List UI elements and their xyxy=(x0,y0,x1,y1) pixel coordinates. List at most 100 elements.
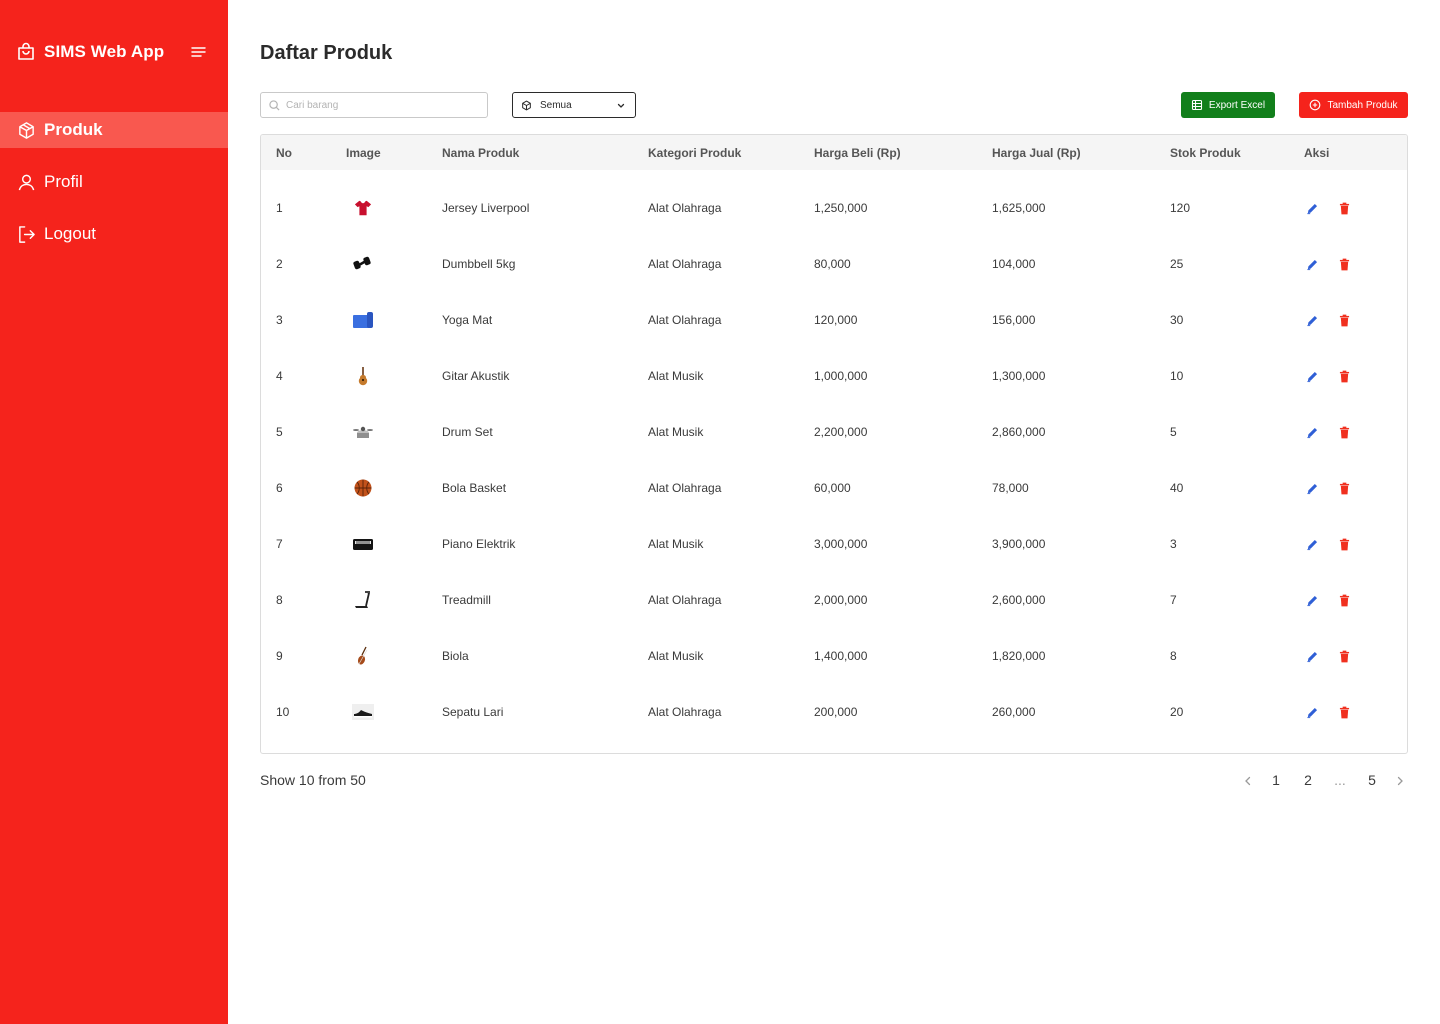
cell-no: 3 xyxy=(276,313,283,327)
cell-product-name: Bola Basket xyxy=(442,481,507,495)
basketball-icon xyxy=(352,477,374,499)
cell-category: Alat Musik xyxy=(648,369,704,383)
cell-no: 7 xyxy=(276,537,283,551)
plus-circle-icon xyxy=(1309,99,1321,111)
cell-product-name: Drum Set xyxy=(442,425,493,439)
edit-icon[interactable] xyxy=(1304,480,1320,496)
trash-icon[interactable] xyxy=(1336,480,1352,496)
sidebar-item-label: Logout xyxy=(44,224,96,243)
chevron-down-icon xyxy=(616,101,626,111)
cell-buy-price: 2,200,000 xyxy=(814,425,868,439)
cell-sell-price: 78,000 xyxy=(992,481,1029,495)
trash-icon[interactable] xyxy=(1336,200,1352,216)
table-row: 2 Dumbbell 5kg Alat Olahraga 80,000 104,000 2… xyxy=(261,236,1407,292)
cell-stock: 20 xyxy=(1170,705,1184,719)
cell-no: 5 xyxy=(276,425,283,439)
cell-buy-price: 60,000 xyxy=(814,481,851,495)
cell-category: Alat Olahraga xyxy=(648,313,722,327)
export-excel-label: Export Excel xyxy=(1208,99,1266,111)
edit-icon[interactable] xyxy=(1304,256,1320,272)
column-header-sell-price: Harga Jual (Rp) xyxy=(992,146,1081,160)
cell-sell-price: 3,900,000 xyxy=(992,537,1046,551)
cell-sell-price: 104,000 xyxy=(992,257,1036,271)
cell-no: 2 xyxy=(276,257,283,271)
page-ellipsis: ... xyxy=(1334,772,1346,788)
cell-stock: 7 xyxy=(1170,593,1177,607)
page-button-5[interactable]: 5 xyxy=(1362,772,1382,788)
edit-icon[interactable] xyxy=(1304,536,1320,552)
cell-stock: 120 xyxy=(1170,201,1191,215)
cell-product-name: Yoga Mat xyxy=(442,313,493,327)
chevron-right-icon[interactable] xyxy=(1393,774,1407,788)
cell-sell-price: 156,000 xyxy=(992,313,1036,327)
table-header: No Image Nama Produk Kategori Produk Har… xyxy=(261,135,1407,170)
add-product-button[interactable]: Tambah Produk xyxy=(1299,92,1408,118)
box-icon xyxy=(16,120,36,140)
search-input[interactable] xyxy=(286,99,476,111)
table-row: 6 Bola Basket Alat Olahraga 60,000 78,000 40 xyxy=(261,460,1407,516)
table-row: 7 Piano Elektrik Alat Musik 3,000,000 3,900,… xyxy=(261,516,1407,572)
cell-no: 6 xyxy=(276,481,283,495)
table-row: 4 Gitar Akustik Alat Musik 1,000,000 1,300,0… xyxy=(261,348,1407,404)
cell-category: Alat Olahraga xyxy=(648,705,722,719)
treadmill-icon xyxy=(352,589,374,611)
cell-stock: 40 xyxy=(1170,481,1184,495)
sidebar: SIMS Web App Produk Profil Logout xyxy=(0,0,228,1024)
jersey-icon xyxy=(352,197,374,219)
trash-icon[interactable] xyxy=(1336,592,1352,608)
trash-icon[interactable] xyxy=(1336,704,1352,720)
cell-stock: 10 xyxy=(1170,369,1184,383)
cell-buy-price: 80,000 xyxy=(814,257,851,271)
cell-category: Alat Olahraga xyxy=(648,257,722,271)
edit-icon[interactable] xyxy=(1304,648,1320,664)
chevron-left-icon[interactable] xyxy=(1241,774,1255,788)
cell-stock: 5 xyxy=(1170,425,1177,439)
sidebar-item-label: Produk xyxy=(44,120,103,139)
edit-icon[interactable] xyxy=(1304,368,1320,384)
trash-icon[interactable] xyxy=(1336,312,1352,328)
edit-icon[interactable] xyxy=(1304,200,1320,216)
category-select[interactable]: Semua xyxy=(512,92,636,118)
cell-sell-price: 1,300,000 xyxy=(992,369,1046,383)
trash-icon[interactable] xyxy=(1336,536,1352,552)
drum-icon xyxy=(352,421,374,443)
trash-icon[interactable] xyxy=(1336,424,1352,440)
cell-product-name: Sepatu Lari xyxy=(442,705,504,719)
cell-no: 9 xyxy=(276,649,283,663)
cell-category: Alat Olahraga xyxy=(648,593,722,607)
sidebar-item-profil[interactable]: Profil xyxy=(0,164,228,200)
sidebar-item-label: Profil xyxy=(44,172,83,191)
cell-sell-price: 2,600,000 xyxy=(992,593,1046,607)
table-row: 8 Treadmill Alat Olahraga 2,000,000 2,600,00… xyxy=(261,572,1407,628)
edit-icon[interactable] xyxy=(1304,312,1320,328)
cell-stock: 25 xyxy=(1170,257,1184,271)
cell-stock: 30 xyxy=(1170,313,1184,327)
table-row: 10 Sepatu Lari Alat Olahraga 200,000 260,000… xyxy=(261,684,1407,740)
cell-product-name: Piano Elektrik xyxy=(442,537,516,551)
cell-no: 10 xyxy=(276,705,290,719)
table-row: 9 Biola Alat Musik 1,400,000 1,820,000 8 xyxy=(261,628,1407,684)
edit-icon[interactable] xyxy=(1304,592,1320,608)
cell-sell-price: 1,820,000 xyxy=(992,649,1046,663)
trash-icon[interactable] xyxy=(1336,256,1352,272)
table-row: 5 Drum Set Alat Musik 2,200,000 2,860,000 5 xyxy=(261,404,1407,460)
page-button-1[interactable]: 1 xyxy=(1266,772,1286,788)
cell-stock: 3 xyxy=(1170,537,1177,551)
cell-no: 8 xyxy=(276,593,283,607)
table-row: 1 Jersey Liverpool Alat Olahraga 1,250,000 1… xyxy=(261,180,1407,236)
search-field[interactable] xyxy=(260,92,488,118)
trash-icon[interactable] xyxy=(1336,648,1352,664)
sidebar-item-logout[interactable]: Logout xyxy=(0,216,228,252)
export-excel-button[interactable]: Export Excel xyxy=(1181,92,1275,118)
cell-buy-price: 3,000,000 xyxy=(814,537,868,551)
trash-icon[interactable] xyxy=(1336,368,1352,384)
cell-product-name: Biola xyxy=(442,649,469,663)
column-header-category: Kategori Produk xyxy=(648,146,742,160)
edit-icon[interactable] xyxy=(1304,704,1320,720)
sidebar-item-produk[interactable]: Produk xyxy=(0,112,228,148)
menu-toggle-icon[interactable] xyxy=(190,42,206,62)
page-button-2[interactable]: 2 xyxy=(1298,772,1318,788)
edit-icon[interactable] xyxy=(1304,424,1320,440)
pagination-summary: Show 10 from 50 xyxy=(260,772,366,788)
box-icon xyxy=(521,100,532,111)
